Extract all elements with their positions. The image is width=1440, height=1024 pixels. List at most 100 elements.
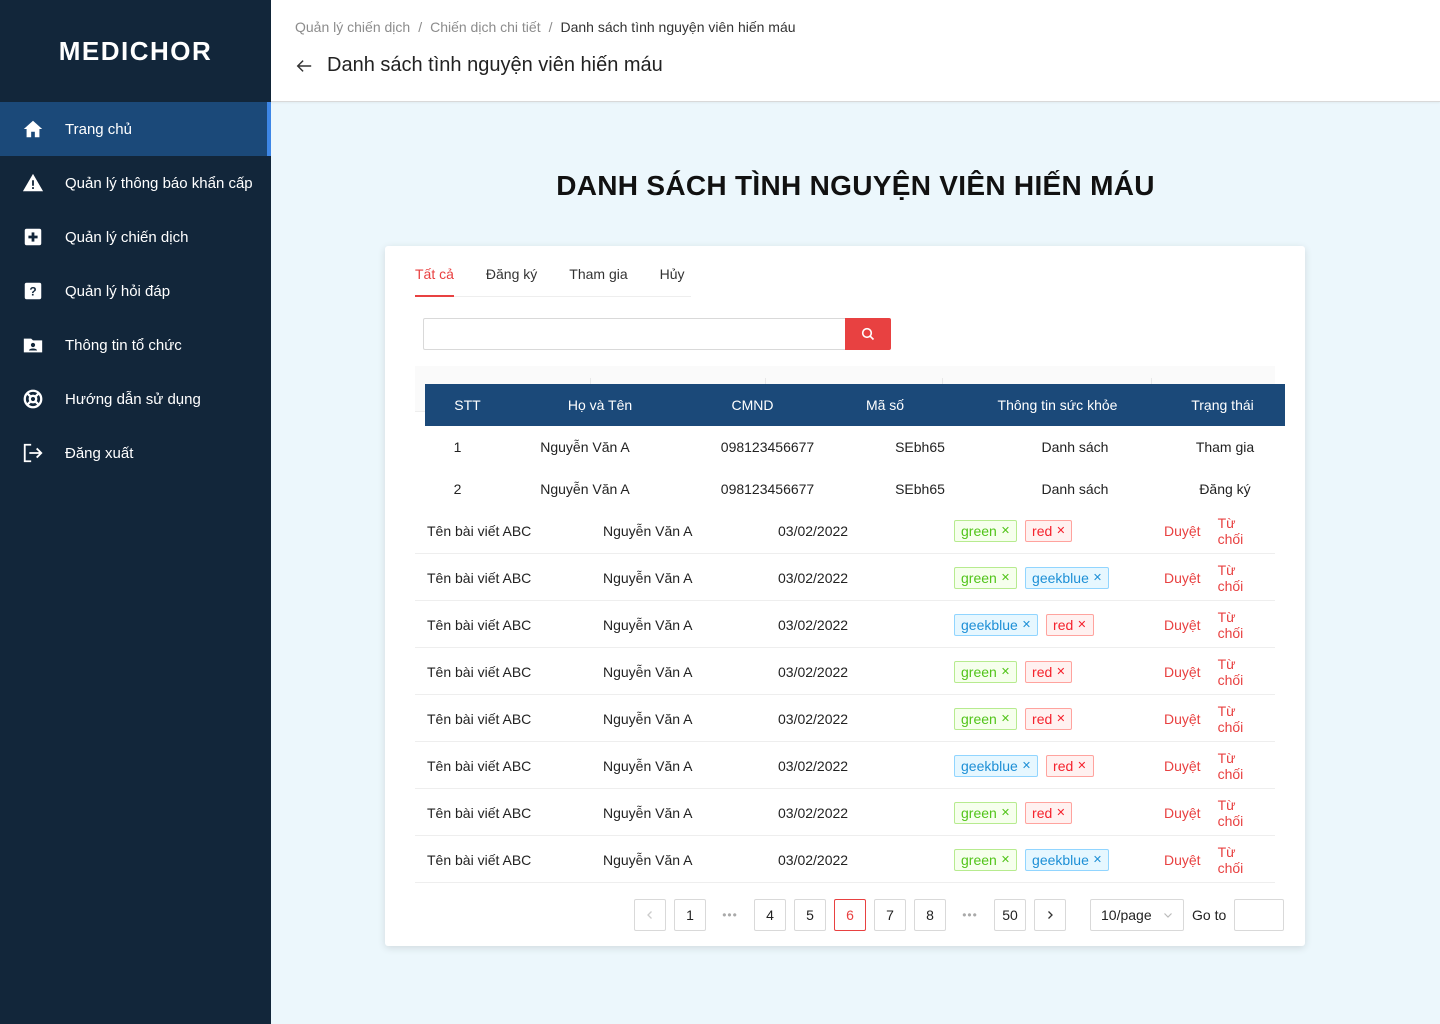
tag-geekblue: geekblue ✕ (954, 613, 1039, 636)
page-button-current[interactable]: 6 (834, 899, 866, 931)
page-button[interactable]: 4 (754, 899, 786, 931)
sidebar-item-label: Thông tin tổ chức (65, 336, 182, 354)
table-row[interactable]: Tên bài viết ABC Nguyễn Văn A 03/02/2022 gr… (415, 554, 1275, 601)
next-page-button[interactable] (1034, 899, 1066, 931)
goto-page-input[interactable] (1234, 899, 1285, 931)
close-icon[interactable]: ✕ (1056, 806, 1065, 819)
cell-tags: geekblue ✕ red ✕ (954, 742, 1102, 789)
approve-button[interactable]: Duyệt (1164, 852, 1201, 868)
cell-date: 03/02/2022 (778, 663, 849, 680)
cell-stt: 2 (453, 481, 462, 497)
close-icon[interactable]: ✕ (1001, 806, 1010, 819)
approve-button[interactable]: Duyệt (1164, 617, 1201, 633)
sidebar-item-campaigns[interactable]: Quản lý chiến dịch (0, 210, 271, 264)
reject-button[interactable]: Từ chối (1218, 750, 1258, 782)
sidebar-item-label: Hướng dẫn sử dụng (65, 390, 201, 408)
cell-health-info-link[interactable]: Danh sách (985, 481, 1165, 497)
ellipsis-icon[interactable]: ••• (954, 899, 986, 931)
approve-button[interactable]: Duyệt (1164, 805, 1201, 821)
page-button[interactable]: 8 (914, 899, 946, 931)
tag-label: geekblue (1032, 851, 1089, 868)
breadcrumb-current: Danh sách tình nguyện viên hiến máu (560, 19, 796, 35)
table-row[interactable]: Tên bài viết ABC Nguyễn Văn A 03/02/2022 ge… (415, 742, 1275, 789)
column-header-status[interactable]: Trạng thái (1160, 397, 1285, 413)
tab-all[interactable]: Tất cả (415, 246, 454, 297)
cell-post-title: Tên bài viết ABC (427, 804, 532, 821)
breadcrumb-item[interactable]: Quản lý chiến dịch (295, 19, 410, 35)
approve-button[interactable]: Duyệt (1164, 758, 1201, 774)
close-icon[interactable]: ✕ (1056, 524, 1065, 537)
column-header-code[interactable]: Mã số (815, 397, 955, 413)
table-row[interactable]: 2 Nguyễn Văn A 098123456677 SEbh65 Danh … (425, 468, 1285, 510)
page-size-select[interactable]: 10/page (1090, 899, 1184, 931)
sidebar: MEDICHOR Trang chủ Quản lý thông báo khẩ… (0, 0, 271, 1024)
close-icon[interactable]: ✕ (1001, 571, 1010, 584)
warning-icon (22, 172, 44, 194)
cell-actions: Duyệt Từ chối (1164, 836, 1275, 883)
close-icon[interactable]: ✕ (1093, 571, 1102, 584)
cell-author: Nguyễn Văn A (603, 757, 693, 774)
close-icon[interactable]: ✕ (1056, 665, 1065, 678)
close-icon[interactable]: ✕ (1022, 759, 1031, 772)
column-header-id-card[interactable]: CMND (690, 397, 815, 413)
page-button[interactable]: 1 (674, 899, 706, 931)
table-row[interactable]: Tên bài viết ABC Nguyễn Văn A 03/02/2022 gr… (415, 789, 1275, 836)
reject-button[interactable]: Từ chối (1218, 562, 1258, 594)
close-icon[interactable]: ✕ (1001, 524, 1010, 537)
column-header-stt[interactable]: STT (425, 397, 510, 413)
close-icon[interactable]: ✕ (1022, 618, 1031, 631)
cell-health-info-link[interactable]: Danh sách (985, 439, 1165, 455)
page-button[interactable]: 7 (874, 899, 906, 931)
sidebar-item-logout[interactable]: Đăng xuất (0, 426, 271, 480)
back-arrow-icon[interactable] (295, 57, 313, 75)
sidebar-item-emergency[interactable]: Quản lý thông báo khẩn cấp (0, 156, 271, 210)
table-row[interactable]: Tên bài viết ABC Nguyễn Văn A 03/02/2022 gr… (415, 695, 1275, 742)
close-icon[interactable]: ✕ (1056, 712, 1065, 725)
breadcrumb-item[interactable]: Chiến dịch chi tiết (430, 19, 541, 35)
cell-post-title: Tên bài viết ABC (427, 569, 532, 586)
prev-page-button[interactable] (634, 899, 666, 931)
reject-button[interactable]: Từ chối (1218, 515, 1258, 547)
approve-button[interactable]: Duyệt (1164, 523, 1201, 539)
tab-cancelled[interactable]: Hủy (660, 246, 685, 296)
page-button[interactable]: 50 (994, 899, 1026, 931)
column-header-name[interactable]: Họ và Tên (510, 397, 690, 413)
tab-registered[interactable]: Đăng ký (486, 246, 537, 296)
tag-red: red ✕ (1046, 754, 1094, 777)
table-row[interactable]: Tên bài viết ABC Nguyễn Văn A 03/02/2022 gr… (415, 836, 1275, 883)
sidebar-item-home[interactable]: Trang chủ (0, 102, 271, 156)
sidebar-item-organization[interactable]: Thông tin tổ chức (0, 318, 271, 372)
reject-button[interactable]: Từ chối (1218, 844, 1258, 876)
page-button[interactable]: 5 (794, 899, 826, 931)
reject-button[interactable]: Từ chối (1218, 797, 1258, 829)
table-row[interactable]: Tên bài viết ABC Nguyễn Văn A 03/02/2022 gr… (415, 648, 1275, 695)
approve-button[interactable]: Duyệt (1164, 664, 1201, 680)
close-icon[interactable]: ✕ (1077, 759, 1086, 772)
cell-id-card: 098123456677 (720, 481, 815, 497)
table-row[interactable]: Tên bài viết ABC Nguyễn Văn A 03/02/2022 ge… (415, 601, 1275, 648)
approve-button[interactable]: Duyệt (1164, 570, 1201, 586)
column-header-health-info[interactable]: Thông tin sức khỏe (955, 397, 1160, 413)
sidebar-item-guide[interactable]: Hướng dẫn sử dụng (0, 372, 271, 426)
search-input[interactable] (423, 318, 845, 350)
reject-button[interactable]: Từ chối (1218, 656, 1258, 688)
table-row[interactable]: Tên bài viết ABC Nguyễn Văn A 03/02/2022 gr… (415, 507, 1275, 554)
close-icon[interactable]: ✕ (1001, 853, 1010, 866)
tag-green: green ✕ (954, 660, 1018, 683)
tag-red: red ✕ (1025, 707, 1073, 730)
reject-button[interactable]: Từ chối (1218, 609, 1258, 641)
search-button[interactable] (845, 318, 891, 350)
approve-button[interactable]: Duyệt (1164, 711, 1201, 727)
logo: MEDICHOR (58, 35, 213, 66)
table-row[interactable]: 1 Nguyễn Văn A 098123456677 SEbh65 Danh … (425, 426, 1285, 468)
close-icon[interactable]: ✕ (1077, 618, 1086, 631)
pagination: 1 ••• 4 5 6 7 8 ••• 50 10/page Go to (634, 899, 1285, 931)
reject-button[interactable]: Từ chối (1218, 703, 1258, 735)
tab-joined[interactable]: Tham gia (569, 246, 627, 296)
close-icon[interactable]: ✕ (1001, 712, 1010, 725)
cell-author: Nguyễn Văn A (603, 616, 693, 633)
ellipsis-icon[interactable]: ••• (714, 899, 746, 931)
close-icon[interactable]: ✕ (1001, 665, 1010, 678)
sidebar-item-qa[interactable]: ? Quản lý hỏi đáp (0, 264, 271, 318)
close-icon[interactable]: ✕ (1093, 853, 1102, 866)
